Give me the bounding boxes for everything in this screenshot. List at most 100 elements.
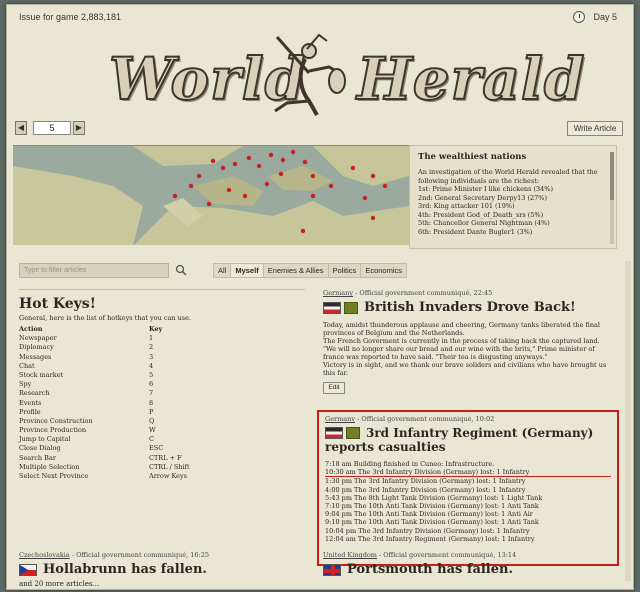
article-title: Hollabrunn has fallen. <box>43 562 207 577</box>
hotkey-key: P <box>149 407 154 416</box>
article-meta: Germany - Official government communiqué… <box>325 415 611 423</box>
prev-page-button[interactable]: ◀ <box>15 121 27 135</box>
header-action: Action <box>19 325 43 333</box>
write-article-button[interactable]: Write Article <box>567 121 623 136</box>
article-country-link[interactable]: Germany <box>323 289 353 297</box>
article-meta-text: - Official government communiqué, 10:02 <box>355 415 495 423</box>
log-entry: 12:04 am The 3rd Infantry Regiment (Germ… <box>325 534 535 543</box>
article-headline: Hollabrunn has fallen. <box>19 562 307 577</box>
tab-enemies-allies[interactable]: Enemies & Allies <box>264 264 329 277</box>
hotkey-action: Stock market <box>19 370 64 379</box>
hotkey-action: Search Bar <box>19 453 56 462</box>
header-key: Key <box>149 325 163 333</box>
log-entry: 9:10 pm The 10th Anti Tank Division (Ger… <box>325 518 539 527</box>
wealth-title: The wealthiest nations <box>418 152 527 162</box>
hotkey-row: Province Construction Q <box>19 417 305 426</box>
wealthiest-nations-box: The wealthiest nations An investigation … <box>409 145 617 249</box>
hotkeys-table: Action Key Newspaper 1 Diplomacy 2 Message… <box>19 325 305 481</box>
article-country-link[interactable]: Germany <box>325 415 355 423</box>
log-entry: 9:04 pm The 10th Anti Tank Division (Ger… <box>325 510 533 519</box>
hotkey-key: Arrow Keys <box>149 472 187 480</box>
hotkey-row: Spy 6 <box>19 380 305 389</box>
hotkey-action: Province Production <box>19 426 87 435</box>
log-entry: 7:10 pm The 10th Anti Tank Division (Ger… <box>325 502 539 511</box>
filter-bar: Type to filter articles All Myself Enemi… <box>19 263 619 279</box>
wealth-scrollbar[interactable] <box>610 152 614 244</box>
hotkey-key: 2 <box>149 343 154 352</box>
log-entry: 5:43 pm The 8th Light Tank Division (Ger… <box>325 493 543 502</box>
article-title: Portsmouth has fallen. <box>347 562 513 577</box>
article-country-link[interactable]: United Kingdom <box>323 551 377 559</box>
hotkey-key: W <box>149 426 156 435</box>
article-meta: Germany - Official government communiqué… <box>323 289 615 297</box>
edit-button[interactable]: Edit <box>323 382 345 394</box>
filter-tabs: All Myself Enemies & Allies Politics Eco… <box>213 263 407 278</box>
clock-icon <box>573 11 585 23</box>
log-entry: 10:04 pm The 3rd Infantry Division (Germ… <box>325 526 530 535</box>
filter-articles-input[interactable]: Type to filter articles <box>19 263 169 278</box>
wealth-list-item: 4th: President God_of_Death_srs (5%) <box>418 210 544 219</box>
next-page-button[interactable]: ▶ <box>73 121 85 135</box>
hotkey-action: Jump to Capital <box>19 435 71 444</box>
europe-map[interactable] <box>13 145 409 245</box>
uk-flag-icon <box>323 563 341 576</box>
hotkey-action: Newspaper <box>19 334 57 343</box>
map-graphic <box>13 146 409 245</box>
hotkey-key: 3 <box>149 352 154 361</box>
article-british-invaders: Germany - Official government communiqué… <box>323 289 615 394</box>
tab-economics[interactable]: Economics <box>361 264 406 277</box>
masthead: World Herald <box>107 31 585 119</box>
hotkey-row: Select Next Province Arrow Keys <box>19 472 305 481</box>
more-articles-link[interactable]: and 20 more articles... <box>19 580 99 588</box>
tab-all[interactable]: All <box>214 264 232 277</box>
article-title: British Invaders Drove Back! <box>364 300 576 315</box>
log-entry: 7:18 am Building finished in Cuneo: Infr… <box>325 460 495 468</box>
article-paragraph: Today, amidst thunderous applause and ch… <box>323 321 601 337</box>
search-icon[interactable] <box>175 264 187 276</box>
hotkey-action: Multiple Selection <box>19 462 80 471</box>
article-hollabrunn: Czechoslovakia - Official government com… <box>19 551 307 577</box>
hotkey-row: Newspaper 1 <box>19 334 305 343</box>
hotkey-row: Messages 3 <box>19 353 305 362</box>
day-label: Day 5 <box>593 12 617 22</box>
hotkey-key: 4 <box>149 361 154 370</box>
article-meta: Czechoslovakia - Official government com… <box>19 551 307 559</box>
hotkey-action: Profile <box>19 407 41 416</box>
hotkey-key: 7 <box>149 389 154 398</box>
hotkey-action: Select Next Province <box>19 472 89 480</box>
hotkey-action: Spy <box>19 380 32 389</box>
article-country-link[interactable]: Czechoslovakia <box>19 551 70 559</box>
wealth-list-item: 3rd: King attacker 101 (19%) <box>418 202 515 210</box>
wealth-list-item: 5th: Chancellor General Nightman (4%) <box>418 219 550 227</box>
log-entry: 10:30 am The 3rd Infantry Division (Germ… <box>325 468 611 478</box>
page-number-field[interactable]: 5 <box>33 121 71 135</box>
tab-politics[interactable]: Politics <box>329 264 362 277</box>
tab-myself[interactable]: Myself <box>231 264 264 277</box>
hotkey-row: Multiple Selection CTRL / Shift <box>19 463 305 472</box>
article-body: Today, amidst thunderous applause and ch… <box>323 321 615 377</box>
hotkey-row: Diplomacy 2 <box>19 343 305 352</box>
hotkey-key: CTRL + F <box>149 453 182 462</box>
articles-scrollbar[interactable] <box>625 261 631 581</box>
unit-icon <box>346 427 360 439</box>
hotkey-key: ESC <box>149 444 164 453</box>
hotkey-key: 8 <box>149 398 154 407</box>
article-portsmouth: United Kingdom - Official government com… <box>323 551 615 577</box>
hotkey-row: Research 7 <box>19 389 305 398</box>
casualty-log: 7:18 am Building finished in Cuneo: Infr… <box>325 460 611 543</box>
germany-flag-icon <box>323 301 341 314</box>
hotkeys-description: General, here is the list of hotkeys tha… <box>19 314 192 322</box>
hotkey-row: Province Production W <box>19 426 305 435</box>
hotkey-action: Research <box>19 389 50 398</box>
article-paragraph: Victory is in sight, and we thank our br… <box>323 361 607 377</box>
hotkey-key: Q <box>149 416 155 425</box>
hotkeys-header-row: Action Key <box>19 325 305 334</box>
hotkey-key: CTRL / Shift <box>149 462 190 471</box>
hotkey-row: Chat 4 <box>19 362 305 371</box>
article-paragraph: "We will no longer share our bread and o… <box>323 345 595 361</box>
wealth-intro: An investigation of the World Herald rev… <box>418 168 598 185</box>
wealth-list-item: 1st: Prime Minister I like chickens (34%… <box>418 185 554 193</box>
article-meta-text: - Official government communiqué, 16:25 <box>69 551 210 559</box>
hotkey-action: Close Dialog <box>19 444 61 453</box>
article-casualties: Germany - Official government communiqué… <box>317 410 619 566</box>
